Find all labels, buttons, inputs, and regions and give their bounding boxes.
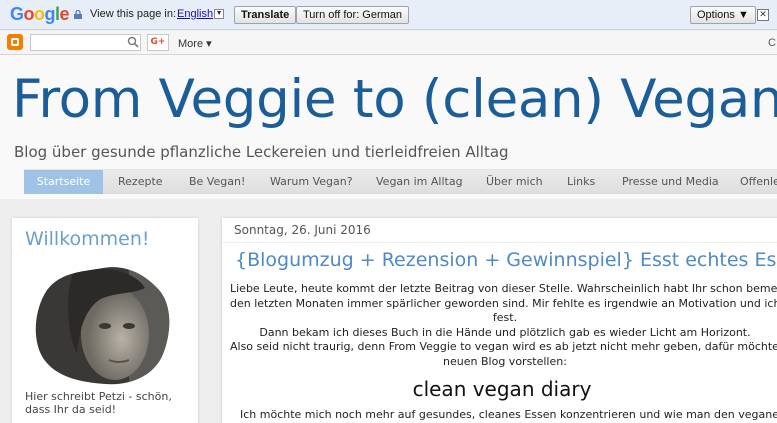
tab-links[interactable]: Links bbox=[567, 170, 595, 194]
options-button[interactable]: Options ▼ bbox=[690, 6, 756, 24]
post-line: fest. bbox=[492, 311, 518, 324]
tab-presse-und-media[interactable]: Presse und Media bbox=[622, 170, 719, 194]
language-select[interactable]: English ▼ bbox=[177, 8, 225, 20]
post-heading: clean vegan diary bbox=[412, 377, 592, 401]
post-line: Also seid nicht traurig, denn From Veggi… bbox=[230, 340, 777, 353]
lock-icon bbox=[74, 10, 82, 19]
post-date: Sonntag, 26. Juni 2016 bbox=[234, 223, 371, 237]
post-body: Liebe Leute, heute kommt der letzte Beit… bbox=[230, 282, 777, 369]
post-line: Dann bekam ich dieses Buch in die Hände … bbox=[259, 325, 751, 339]
close-icon[interactable]: ✕ bbox=[757, 9, 769, 21]
tab-offenlegung[interactable]: Offenlegung bbox=[740, 170, 777, 194]
more-menu[interactable]: More ▾ bbox=[178, 37, 212, 50]
blogger-icon[interactable] bbox=[7, 34, 23, 50]
tab-be-vegan[interactable]: Be Vegan! bbox=[189, 170, 245, 194]
post-line: Liebe Leute, heute kommt der letzte Beit… bbox=[230, 282, 777, 295]
turn-off-button[interactable]: Turn off for: German bbox=[296, 6, 410, 24]
tab-rezepte[interactable]: Rezepte bbox=[118, 170, 163, 194]
post-container: Sonntag, 26. Juni 2016 {Blogumzug + Reze… bbox=[222, 218, 777, 423]
translate-bar: Google View this page in: English ▼ Trans… bbox=[0, 0, 777, 30]
blog-search-input[interactable] bbox=[30, 34, 141, 51]
widget-title: Willkommen! bbox=[25, 228, 150, 250]
google-logo: Google bbox=[10, 4, 70, 24]
tab-warum-vegan[interactable]: Warum Vegan? bbox=[270, 170, 353, 194]
profile-photo bbox=[35, 267, 170, 385]
post-line: neuen Blog vorstellen: bbox=[443, 354, 567, 368]
page-tabs: Startseite Rezepte Be Vegan! Warum Vegan… bbox=[24, 169, 777, 194]
post-title[interactable]: {Blogumzug + Rezension + Gewinnspiel} Es… bbox=[235, 249, 777, 271]
divider bbox=[222, 242, 777, 243]
tab-ueber-mich[interactable]: Über mich bbox=[486, 170, 543, 194]
post-line: Ich möchte mich noch mehr auf gesundes, … bbox=[240, 408, 777, 421]
language-label: English bbox=[177, 8, 214, 20]
google-plus-button[interactable]: G+ bbox=[147, 34, 169, 51]
dropdown-arrow-icon: ▼ bbox=[214, 9, 225, 20]
translate-button[interactable]: Translate bbox=[234, 6, 297, 24]
post-line: den letzten Monaten immer spärlicher gew… bbox=[230, 296, 777, 310]
search-icon[interactable] bbox=[127, 36, 139, 48]
navbar-right-link[interactable]: C bbox=[768, 37, 776, 49]
translate-prompt: View this page in: bbox=[90, 8, 177, 20]
blogger-navbar: G+ More ▾ C bbox=[0, 31, 777, 55]
sidebar-widget: Willkommen! Hier schreibt Petzi - schön,… bbox=[12, 218, 198, 423]
blog-description: Blog über gesunde pflanzliche Leckereien… bbox=[14, 143, 509, 161]
sidebar-caption: Hier schreibt Petzi - schön, dass Ihr da… bbox=[25, 390, 172, 416]
tab-vegan-im-alltag[interactable]: Vegan im Alltag bbox=[376, 170, 463, 194]
blog-title[interactable]: From Veggie to (clean) Vegan bbox=[12, 69, 777, 130]
tab-startseite[interactable]: Startseite bbox=[24, 170, 103, 194]
